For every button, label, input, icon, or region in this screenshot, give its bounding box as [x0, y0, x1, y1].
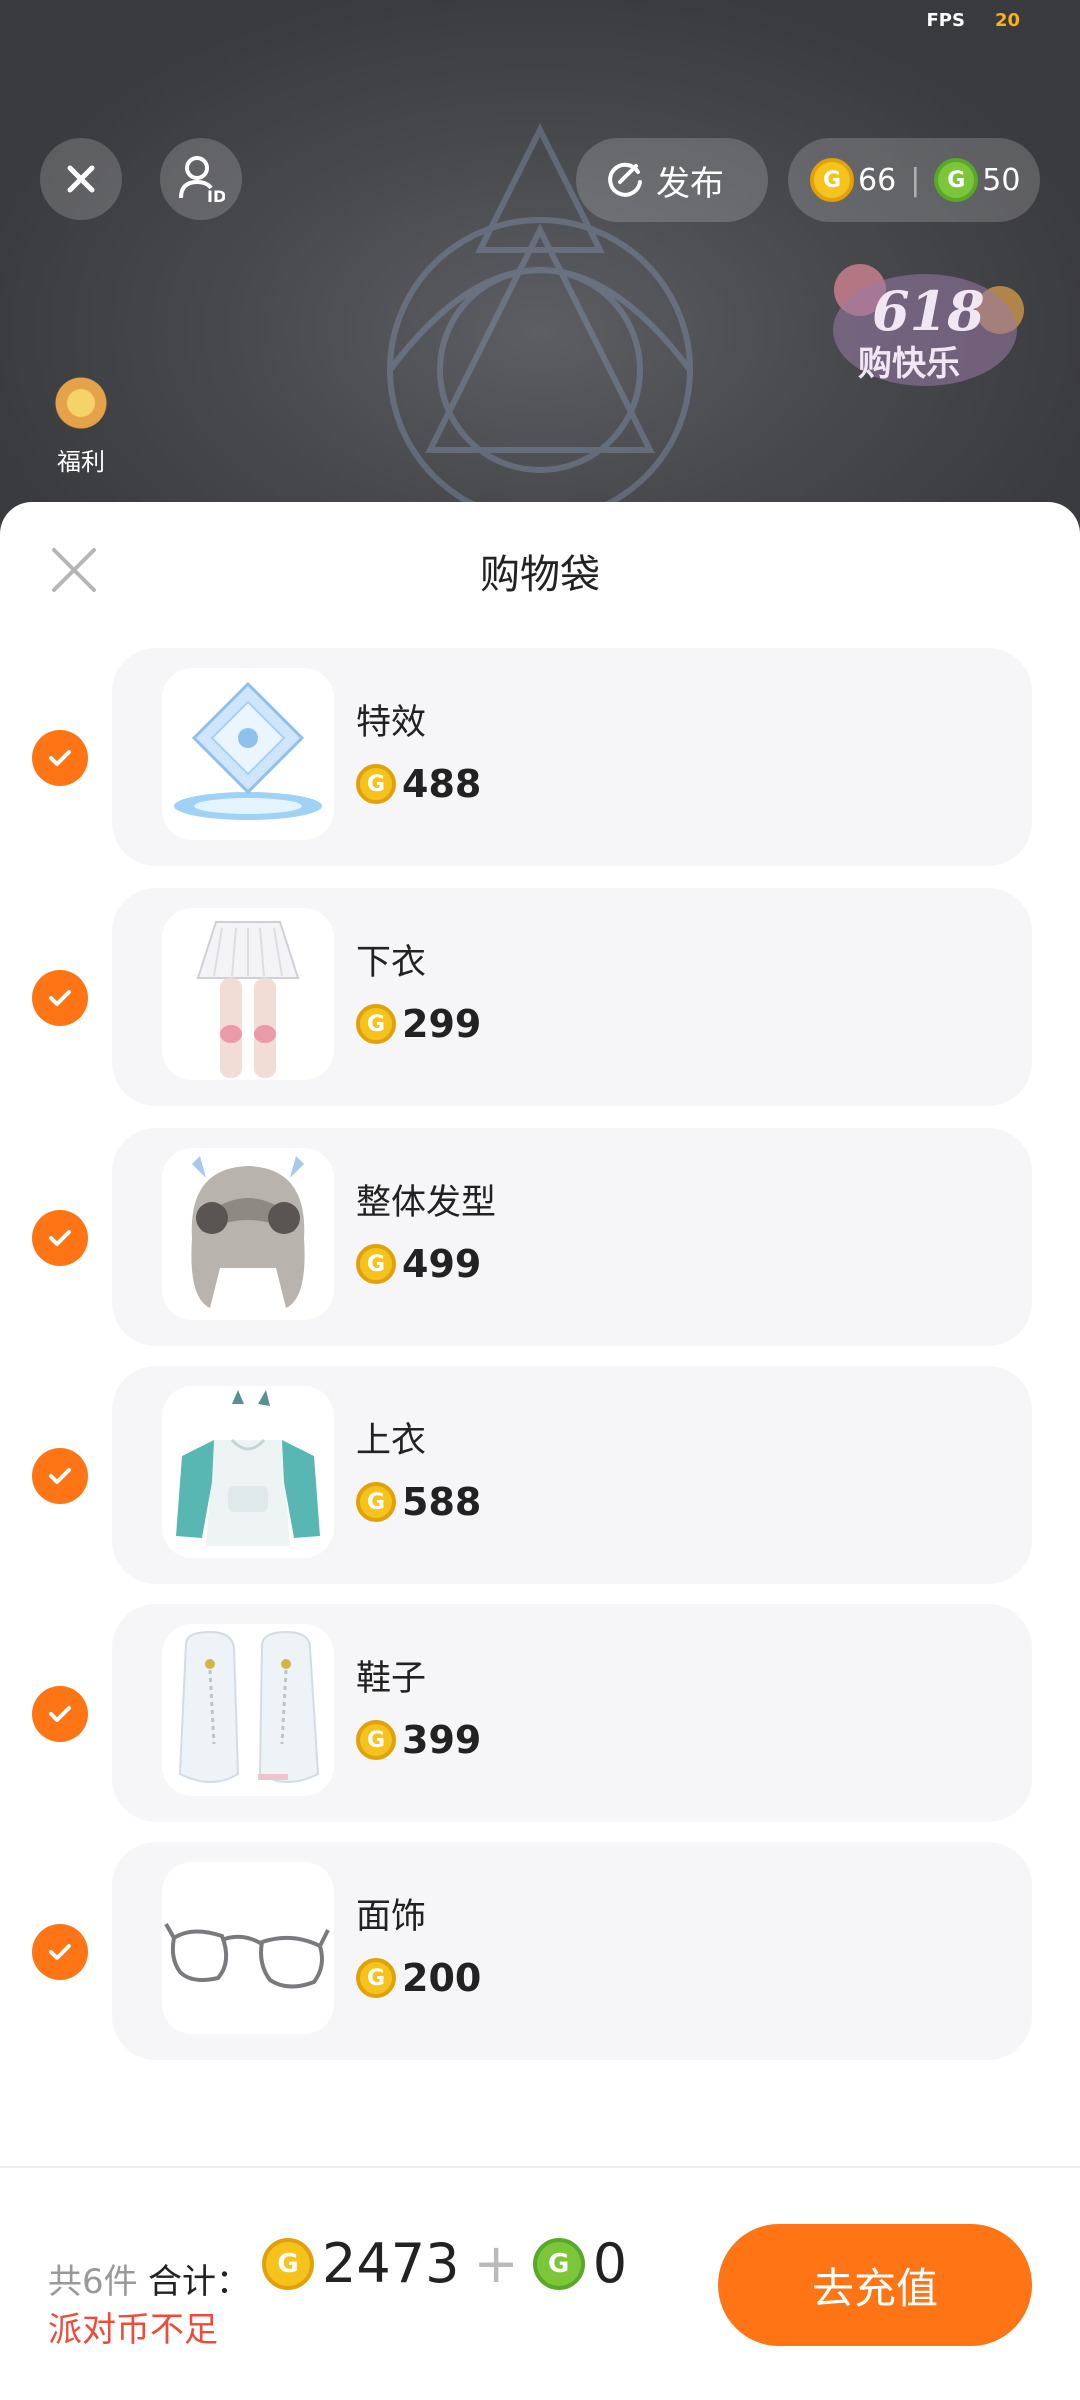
svg-text:购快乐: 购快乐	[858, 344, 960, 384]
item-name: 鞋子	[356, 1659, 427, 1699]
exit-button[interactable]	[40, 138, 122, 220]
welfare-label: 福利	[57, 448, 105, 476]
item-price: G 200	[356, 1956, 481, 2000]
fps-label: FPS	[926, 10, 965, 31]
recharge-button[interactable]: 去充值	[718, 2224, 1032, 2346]
gold-coin-icon: G	[356, 1244, 396, 1284]
item-name: 整体发型	[356, 1183, 497, 1223]
item-card[interactable]: 整体发型 G 499	[112, 1128, 1032, 1346]
check-icon	[49, 1468, 71, 1484]
checkout-footer: 共6件 合计： G 2473 + G 0 派对币不足 去充值	[0, 2166, 1080, 2400]
item-card[interactable]: 面饰 G 200	[112, 1842, 1032, 2060]
currency-divider: |	[910, 162, 921, 198]
event-618-badge[interactable]: 618 购快乐	[820, 250, 1030, 400]
item-price: G 588	[356, 1480, 481, 1524]
total-label: 合计：	[148, 2262, 250, 2302]
cart-item[interactable]: 上衣 G 588	[0, 1366, 1080, 1586]
cart-item[interactable]: 鞋子 G 399	[0, 1604, 1080, 1824]
item-thumbnail-effect	[162, 668, 334, 840]
item-price: G 399	[356, 1718, 481, 1762]
user-id-icon: ID	[179, 156, 225, 204]
item-checkbox[interactable]	[32, 970, 88, 1026]
gold-coin-icon: G	[356, 1958, 396, 1998]
green-total: 0	[592, 2232, 628, 2295]
item-thumbnail-face-accessory	[162, 1862, 334, 2034]
item-name: 特效	[356, 703, 427, 743]
close-icon	[67, 165, 95, 193]
sweater-image	[176, 1390, 320, 1546]
item-card[interactable]: 鞋子 G 399	[112, 1604, 1032, 1822]
publish-icon	[608, 162, 642, 197]
check-icon	[49, 990, 71, 1006]
item-thumbnail-bottoms	[162, 908, 334, 1080]
boots-image	[178, 1630, 320, 1783]
gold-coin-icon: G	[356, 1720, 396, 1760]
total-price: G 2473 + G 0	[262, 2232, 627, 2295]
event-618-badge-art: 618 购快乐	[833, 264, 1024, 386]
gold-coin-icon: G	[356, 764, 396, 804]
glasses-image	[164, 1923, 330, 1989]
sheet-title: 购物袋	[480, 552, 600, 598]
green-coin-icon: G	[934, 158, 979, 202]
check-icon	[49, 1944, 71, 1960]
publish-button[interactable]: 发布	[576, 138, 768, 222]
item-name: 下衣	[356, 943, 427, 983]
currency-balance[interactable]: G 66 | G 50	[788, 138, 1040, 222]
check-icon	[49, 1230, 71, 1246]
item-card[interactable]: 下衣 G 299	[112, 888, 1032, 1106]
svg-text:ID: ID	[207, 187, 225, 204]
cart-item[interactable]: 面饰 G 200	[0, 1842, 1080, 2062]
item-price-value: 588	[402, 1480, 482, 1524]
gift-icon	[46, 370, 116, 436]
item-checkbox[interactable]	[32, 1686, 88, 1742]
item-card[interactable]: 上衣 G 588	[112, 1366, 1032, 1584]
item-name: 上衣	[356, 1421, 427, 1461]
shopping-bag-sheet: 购物袋 特效 G 488 下衣 G 299 整体发型 G 499 上衣 G 58…	[0, 502, 1080, 2400]
game-scene: FPS 20 ID 发布 G 66 | G 50 618 购快乐 福利	[0, 0, 1080, 520]
plus-sign: +	[473, 2232, 519, 2295]
gold-coin-icon: G	[810, 158, 854, 202]
item-checkbox[interactable]	[32, 1924, 88, 1980]
item-price-value: 299	[402, 1002, 482, 1046]
gold-coin-icon: G	[262, 2237, 314, 2290]
item-thumbnail-hairstyle	[162, 1148, 334, 1320]
gold-total: 2473	[322, 2232, 460, 2295]
cart-item[interactable]: 下衣 G 299	[0, 888, 1080, 1108]
item-count: 共6件	[48, 2262, 138, 2302]
item-price: G 499	[356, 1242, 481, 1286]
fps-counter: FPS 20	[926, 10, 1020, 31]
effect-image	[174, 681, 322, 820]
welfare-button[interactable]: 福利	[36, 370, 126, 477]
item-checkbox[interactable]	[32, 1448, 88, 1504]
gold-coin-icon: G	[356, 1482, 396, 1522]
gold-coin-icon: G	[356, 1004, 396, 1044]
item-price: G 299	[356, 1002, 481, 1046]
item-price-value: 399	[402, 1718, 482, 1762]
item-price-value: 200	[402, 1956, 482, 2000]
svg-text:618: 618	[872, 279, 985, 343]
cart-item[interactable]: 特效 G 488	[0, 648, 1080, 868]
item-thumbnail-top	[162, 1386, 334, 1558]
green-coin-icon: G	[532, 2237, 585, 2290]
fps-value: 20	[994, 10, 1020, 31]
check-icon	[49, 1706, 71, 1722]
cart-item[interactable]: 整体发型 G 499	[0, 1128, 1080, 1348]
hairstyle-image	[191, 1156, 305, 1308]
green-coin-balance: 50	[982, 162, 1021, 198]
item-price-value: 488	[402, 762, 482, 806]
item-thumbnail-shoes	[162, 1624, 334, 1796]
insufficient-balance-warning: 派对币不足	[48, 2310, 218, 2350]
profile-id-button[interactable]: ID	[160, 138, 242, 220]
item-card[interactable]: 特效 G 488	[112, 648, 1032, 866]
item-name: 面饰	[356, 1897, 427, 1937]
item-checkbox[interactable]	[32, 1210, 88, 1266]
skirt-image	[196, 921, 300, 1078]
publish-label: 发布	[656, 163, 724, 204]
item-checkbox[interactable]	[32, 730, 88, 786]
item-price: G 488	[356, 762, 481, 806]
item-price-value: 499	[402, 1242, 482, 1286]
check-icon	[49, 750, 71, 766]
gold-coin-balance: 66	[858, 162, 897, 198]
